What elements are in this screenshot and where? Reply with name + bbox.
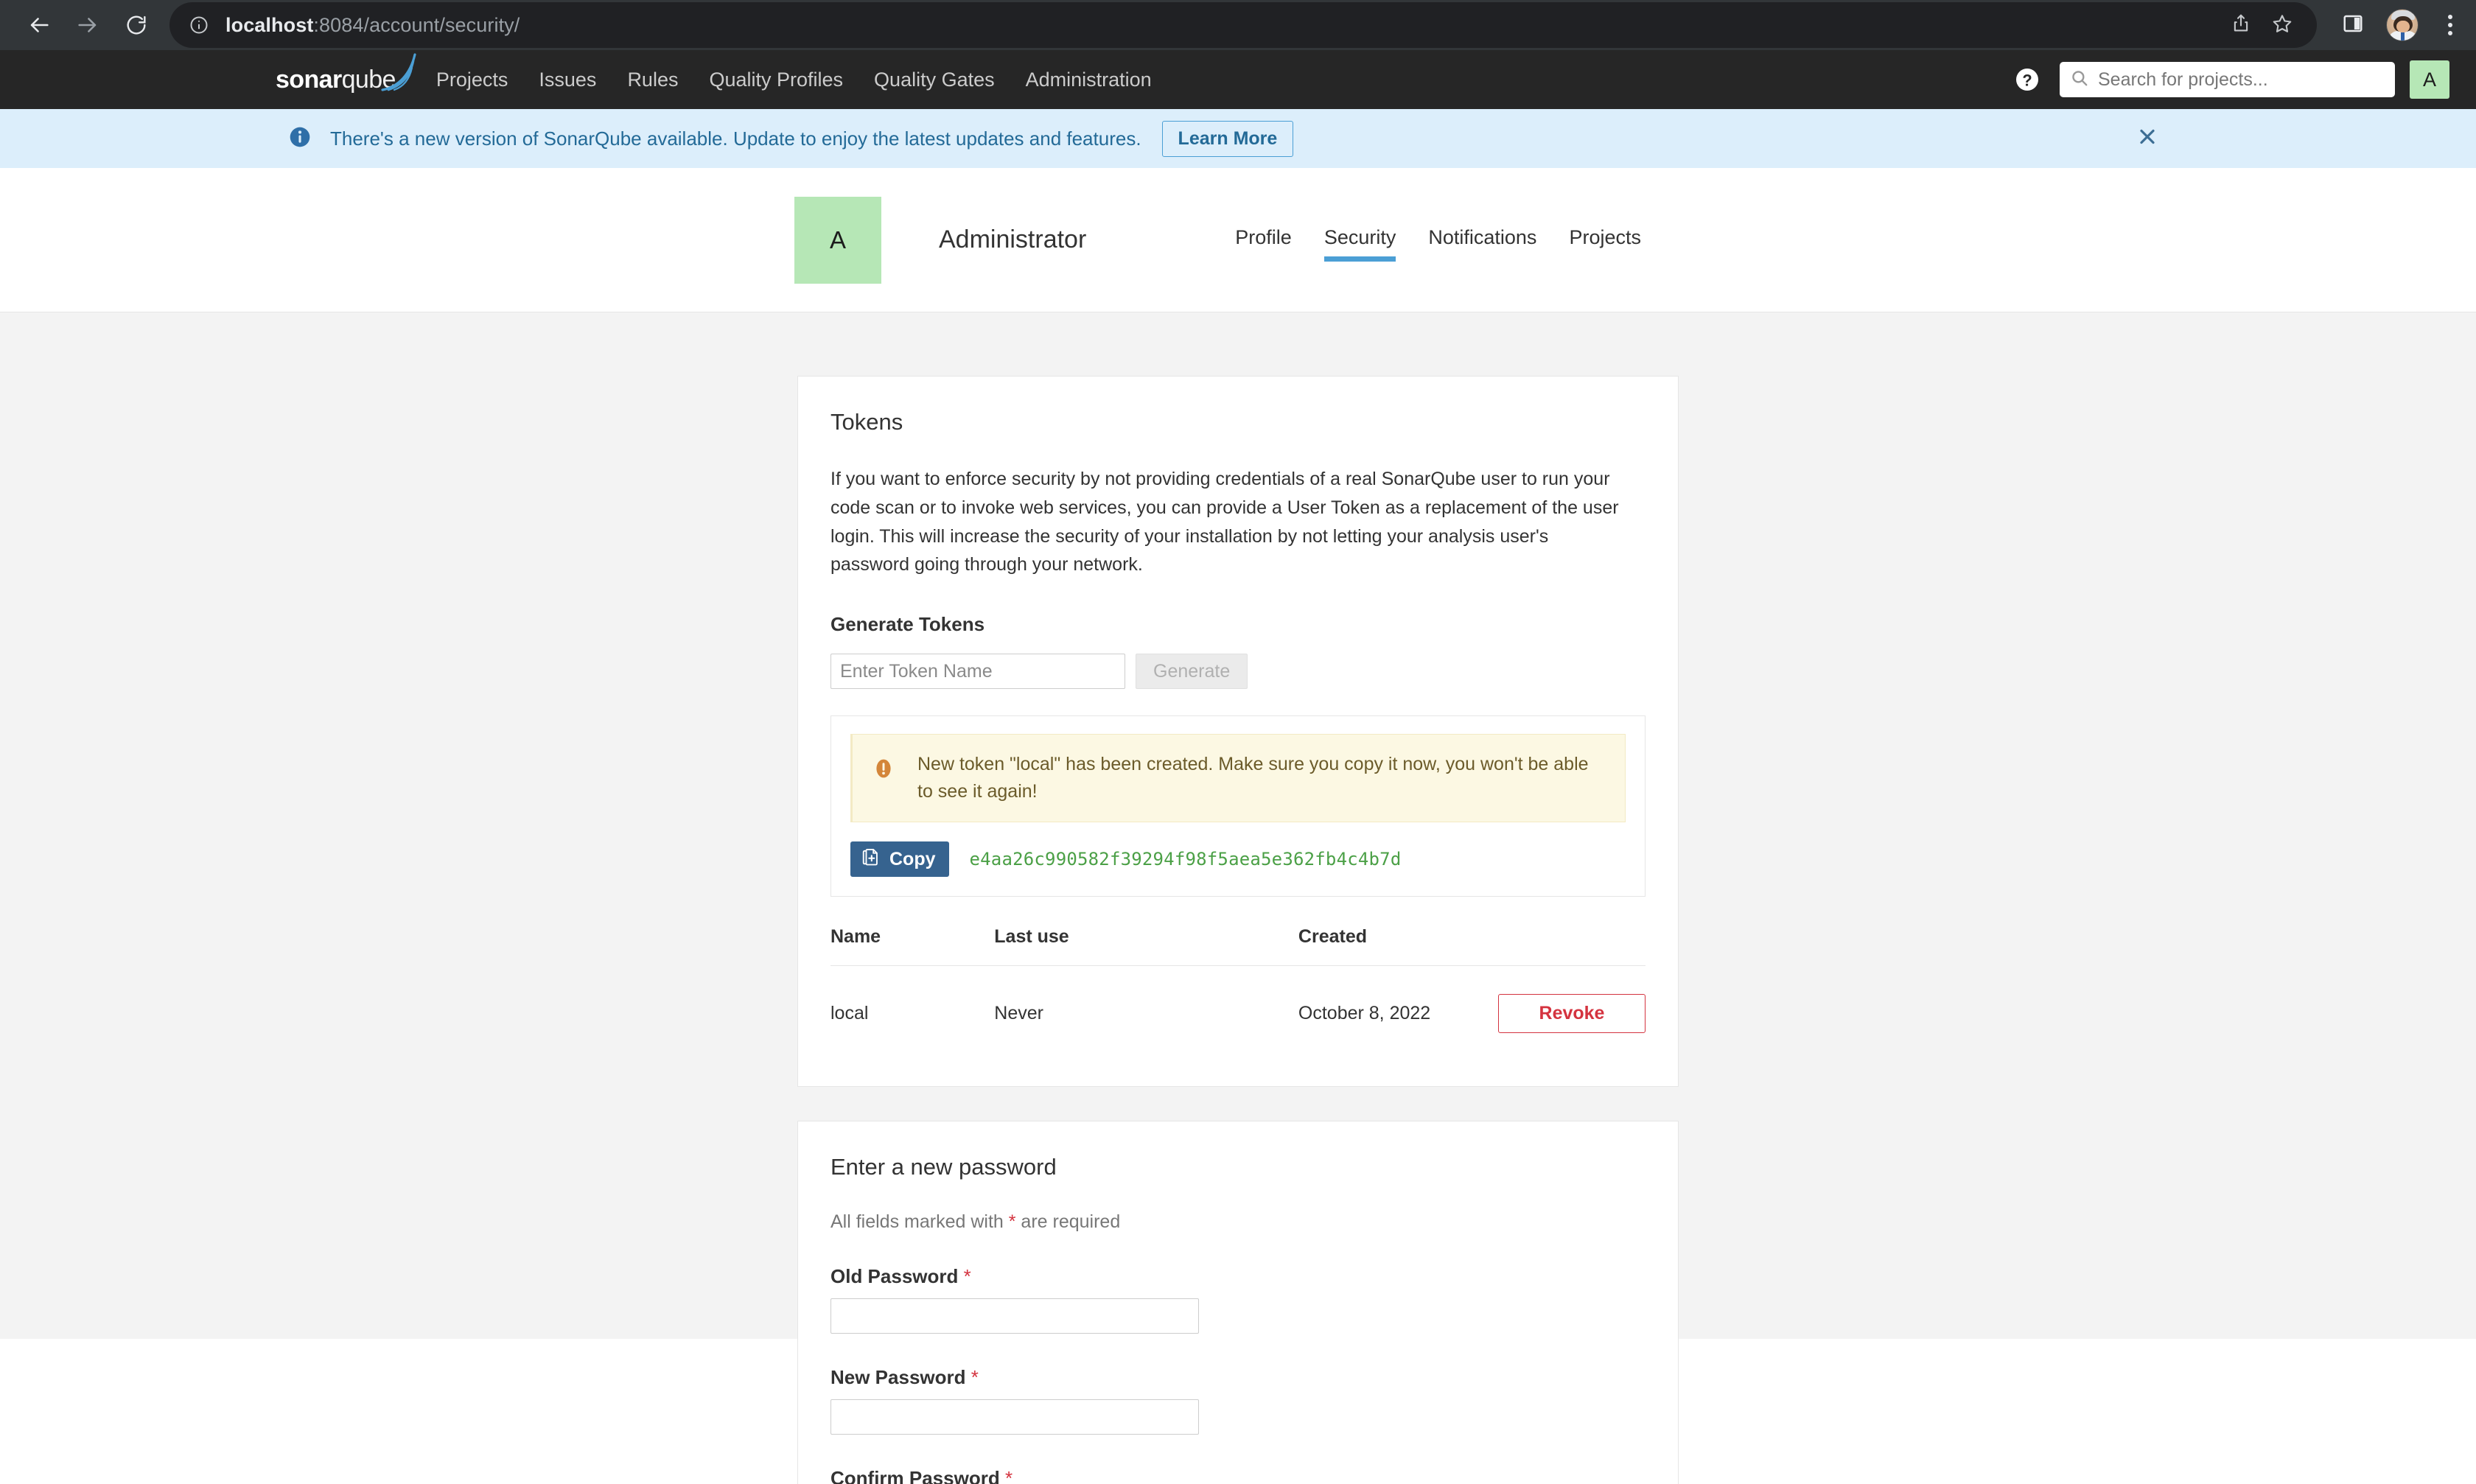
logo-text-bold: sonar (276, 66, 342, 94)
warning-exclamation-icon (872, 757, 895, 784)
copy-document-icon (861, 847, 881, 872)
table-header-row: Name Last use Created (830, 926, 1646, 966)
token-value: e4aa26c990582f39294f98f5aea5e362fb4c4b7d (969, 849, 1402, 869)
cell-token-name: local (830, 1003, 869, 1023)
table-row: local Never October 8, 2022 Revoke (830, 966, 1646, 1059)
tokens-table: Name Last use Created local Never Octobe… (830, 926, 1646, 1058)
reload-icon (125, 13, 148, 37)
required-fields-note: All fields marked with * are required (830, 1211, 1646, 1233)
profile-avatar: A (794, 196, 881, 284)
url-text: localhost:8084/account/security/ (225, 14, 520, 37)
back-arrow-icon (27, 13, 52, 38)
old-password-label-text: Old Password (830, 1265, 959, 1287)
confirm-password-label-text: Confirm Password (830, 1467, 1000, 1484)
confirm-password-required-star: * (1004, 1467, 1013, 1484)
forward-button[interactable] (65, 2, 111, 48)
address-bar[interactable]: localhost:8084/account/security/ (169, 2, 2317, 48)
generate-token-row: Generate (830, 654, 1646, 689)
logo-swoosh-icon (378, 53, 418, 95)
url-host: localhost (225, 13, 314, 36)
banner-message: There's a new version of SonarQube avail… (330, 127, 1141, 150)
token-created-alert: New token "local" has been created. Make… (850, 734, 1626, 822)
column-header-name: Name (830, 926, 995, 966)
search-input[interactable]: Search for projects... (2060, 62, 2395, 97)
tokens-card: Tokens If you want to enforce security b… (797, 376, 1679, 1087)
nav-item-quality-profiles[interactable]: Quality Profiles (693, 50, 858, 109)
sonarqube-navbar: sonarqube Projects Issues Rules Quality … (0, 50, 2476, 109)
alert-message: New token "local" has been created. Make… (917, 754, 1589, 802)
column-header-created: Created (1298, 926, 1498, 966)
navbar-right: ? Search for projects... A (2014, 60, 2449, 99)
site-info-icon[interactable] (189, 15, 209, 35)
nav-item-projects[interactable]: Projects (421, 50, 524, 109)
nav-item-issues[interactable]: Issues (523, 50, 612, 109)
copy-button[interactable]: Copy (850, 841, 949, 877)
nav-item-quality-gates[interactable]: Quality Gates (858, 50, 1010, 109)
profile-tabs: Profile Security Notifications Projects (1219, 219, 1657, 262)
browser-right-actions (2317, 9, 2460, 41)
old-password-field[interactable] (830, 1298, 1199, 1334)
star-icon[interactable] (2271, 13, 2293, 38)
new-password-required-star: * (971, 1366, 979, 1388)
reload-button[interactable] (113, 2, 159, 48)
generate-tokens-heading: Generate Tokens (830, 613, 985, 635)
page-body: Tokens If you want to enforce security b… (0, 312, 2476, 1484)
help-circle-icon[interactable]: ? (2014, 66, 2040, 93)
page-title: Administrator (939, 225, 1087, 253)
token-copy-row: Copy e4aa26c990582f39294f98f5aea5e362fb4… (850, 841, 1626, 877)
browser-toolbar: localhost:8084/account/security/ (0, 0, 2476, 50)
old-password-label: Old Password * (830, 1265, 1646, 1288)
new-password-label-text: New Password (830, 1366, 966, 1388)
svg-text:?: ? (2022, 71, 2032, 89)
navbar-menu: Projects Issues Rules Quality Profiles Q… (421, 50, 1167, 109)
browser-nav-buttons (16, 2, 159, 48)
avatar[interactable] (2386, 9, 2419, 41)
new-token-panel: New token "local" has been created. Make… (830, 715, 1646, 897)
generate-button[interactable]: Generate (1136, 654, 1248, 689)
tokens-description: If you want to enforce security by not p… (830, 469, 1619, 575)
sonarqube-logo[interactable]: sonarqube (276, 50, 416, 109)
close-icon[interactable] (2136, 125, 2159, 153)
password-card-title: Enter a new password (830, 1154, 1057, 1180)
kebab-menu-icon[interactable] (2441, 9, 2460, 41)
confirm-password-label: Confirm Password * (830, 1467, 1646, 1484)
learn-more-button[interactable]: Learn More (1161, 120, 1294, 157)
old-password-required-star: * (963, 1265, 971, 1287)
search-icon (2070, 69, 2089, 91)
back-button[interactable] (16, 2, 62, 48)
revoke-button[interactable]: Revoke (1498, 994, 1646, 1033)
tokens-card-title: Tokens (830, 409, 903, 435)
nav-item-administration[interactable]: Administration (1010, 50, 1167, 109)
url-path: :8084/account/security/ (313, 13, 520, 36)
user-avatar-button[interactable]: A (2410, 60, 2449, 99)
tab-notifications[interactable]: Notifications (1412, 226, 1553, 262)
share-icon[interactable] (2230, 13, 2252, 38)
required-note-suffix: are required (1015, 1211, 1121, 1232)
cell-created: October 8, 2022 (1298, 1003, 1431, 1023)
required-note-prefix: All fields marked with (830, 1211, 1009, 1232)
tab-security[interactable]: Security (1308, 226, 1413, 262)
nav-item-rules[interactable]: Rules (612, 50, 693, 109)
token-name-input[interactable] (830, 654, 1125, 689)
sidebar-toggle-icon[interactable] (2342, 13, 2364, 38)
new-password-label: New Password * (830, 1366, 1646, 1389)
search-placeholder: Search for projects... (2098, 69, 2268, 90)
tab-profile[interactable]: Profile (1219, 226, 1308, 262)
cell-actions: Revoke (1498, 966, 1646, 1059)
profile-header: A Administrator Profile Security Notific… (0, 168, 2476, 312)
info-circle-icon (287, 125, 312, 153)
forward-arrow-icon (75, 13, 100, 38)
column-header-actions (1498, 926, 1646, 966)
new-password-field[interactable] (830, 1399, 1199, 1435)
update-banner: There's a new version of SonarQube avail… (0, 109, 2476, 168)
cell-last-use: Never (994, 1003, 1043, 1023)
copy-button-label: Copy (889, 848, 936, 869)
column-header-last-use: Last use (994, 926, 1298, 966)
tab-projects[interactable]: Projects (1553, 226, 1657, 262)
password-card: Enter a new password All fields marked w… (797, 1121, 1679, 1484)
